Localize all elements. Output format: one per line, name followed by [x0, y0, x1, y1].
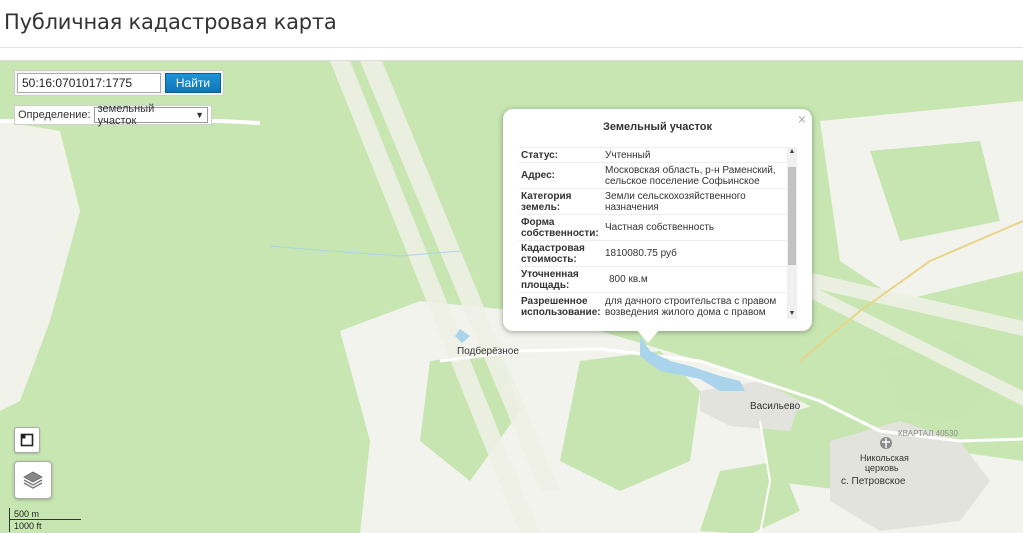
info-row-label: Кадастровая стоимость: [521, 242, 585, 265]
info-row-value: для дачного строительства с правом возве… [605, 295, 777, 318]
info-row-label: Уточненная площадь: [521, 268, 579, 291]
popup-title: Земельный участок [603, 121, 712, 133]
scroll-down-icon[interactable]: ▼ [787, 309, 797, 319]
popup-pointer [637, 330, 659, 343]
info-row-value: 800 кв.м [609, 274, 648, 285]
parcel-info-table: Статус: Учтенный Адрес: Московская облас… [519, 147, 789, 319]
info-row-label: Форма собственности: [521, 216, 599, 239]
definition-select[interactable]: земельный участок ▼ [93, 103, 208, 127]
info-row-value: Учтенный [605, 149, 651, 161]
place-label-podberezhnoe: Подберёзное [457, 346, 519, 357]
definition-label: Определение: [18, 109, 91, 121]
place-label-kvartal: КВАРТАЛ 40530 [898, 429, 958, 438]
scale-bar: 500 m 1000 ft [9, 508, 81, 532]
info-row-value: Земли сельскохозяйственного назначения [605, 190, 746, 213]
place-label-vasilevo: Васильево [750, 401, 801, 412]
chevron-down-icon: ▼ [195, 110, 204, 120]
info-row-land-category: Категория земель: Земли сельскохозяйстве… [519, 189, 789, 215]
info-row-value: 1810080.75 руб [605, 248, 677, 259]
info-row-value: Частная собственность [605, 222, 715, 233]
info-row-address: Адрес: Московская область, р-н Раменский… [519, 163, 789, 189]
select-area-icon [20, 433, 34, 447]
map-viewport[interactable]: Найти Определение: земельный участок ▼ 5… [0, 60, 1023, 533]
info-row-cadastral-cost: Кадастровая стоимость: 1810080.75 руб [519, 241, 789, 267]
info-row-value: Московская область, р-н Раменский, сельс… [605, 164, 776, 187]
page-title: Публичная кадастровая карта [4, 10, 337, 34]
search-box: Найти [14, 70, 224, 96]
info-row-label: Категория земель: [521, 190, 572, 213]
layers-button[interactable] [14, 461, 52, 499]
info-row-status: Статус: Учтенный [519, 148, 789, 163]
place-label-petrovskoe: с. Петровское [841, 476, 906, 487]
scale-metric: 500 m [9, 508, 81, 520]
scroll-up-icon[interactable]: ▲ [787, 147, 797, 157]
place-label-church-2: церковь [865, 463, 899, 473]
popup-scrollbar[interactable]: ▲ ▼ [787, 147, 797, 319]
scale-imperial: 1000 ft [9, 520, 55, 532]
header-divider [0, 47, 1023, 48]
definition-control: Определение: земельный участок ▼ [14, 103, 212, 127]
scroll-thumb[interactable] [788, 167, 796, 265]
definition-selected-value: земельный участок [97, 103, 155, 127]
parcel-info-popup: × Земельный участок Статус: Учтенный Адр… [503, 109, 812, 331]
info-row-label: Статус: [521, 149, 559, 161]
layers-icon [23, 471, 43, 489]
info-row-area: Уточненная площадь: 800 кв.м [519, 267, 789, 293]
info-row-label: Разрешенное использование: [521, 295, 601, 318]
select-area-button[interactable] [14, 427, 40, 453]
info-row-ownership: Форма собственности: Частная собственнос… [519, 215, 789, 241]
place-label-church: Никольская [860, 453, 909, 463]
info-row-label: Адрес: [521, 170, 555, 181]
cadastral-search-input[interactable] [17, 73, 161, 93]
info-row-permitted-use: Разрешенное использование: для дачного с… [519, 293, 789, 319]
search-button[interactable]: Найти [165, 73, 221, 93]
